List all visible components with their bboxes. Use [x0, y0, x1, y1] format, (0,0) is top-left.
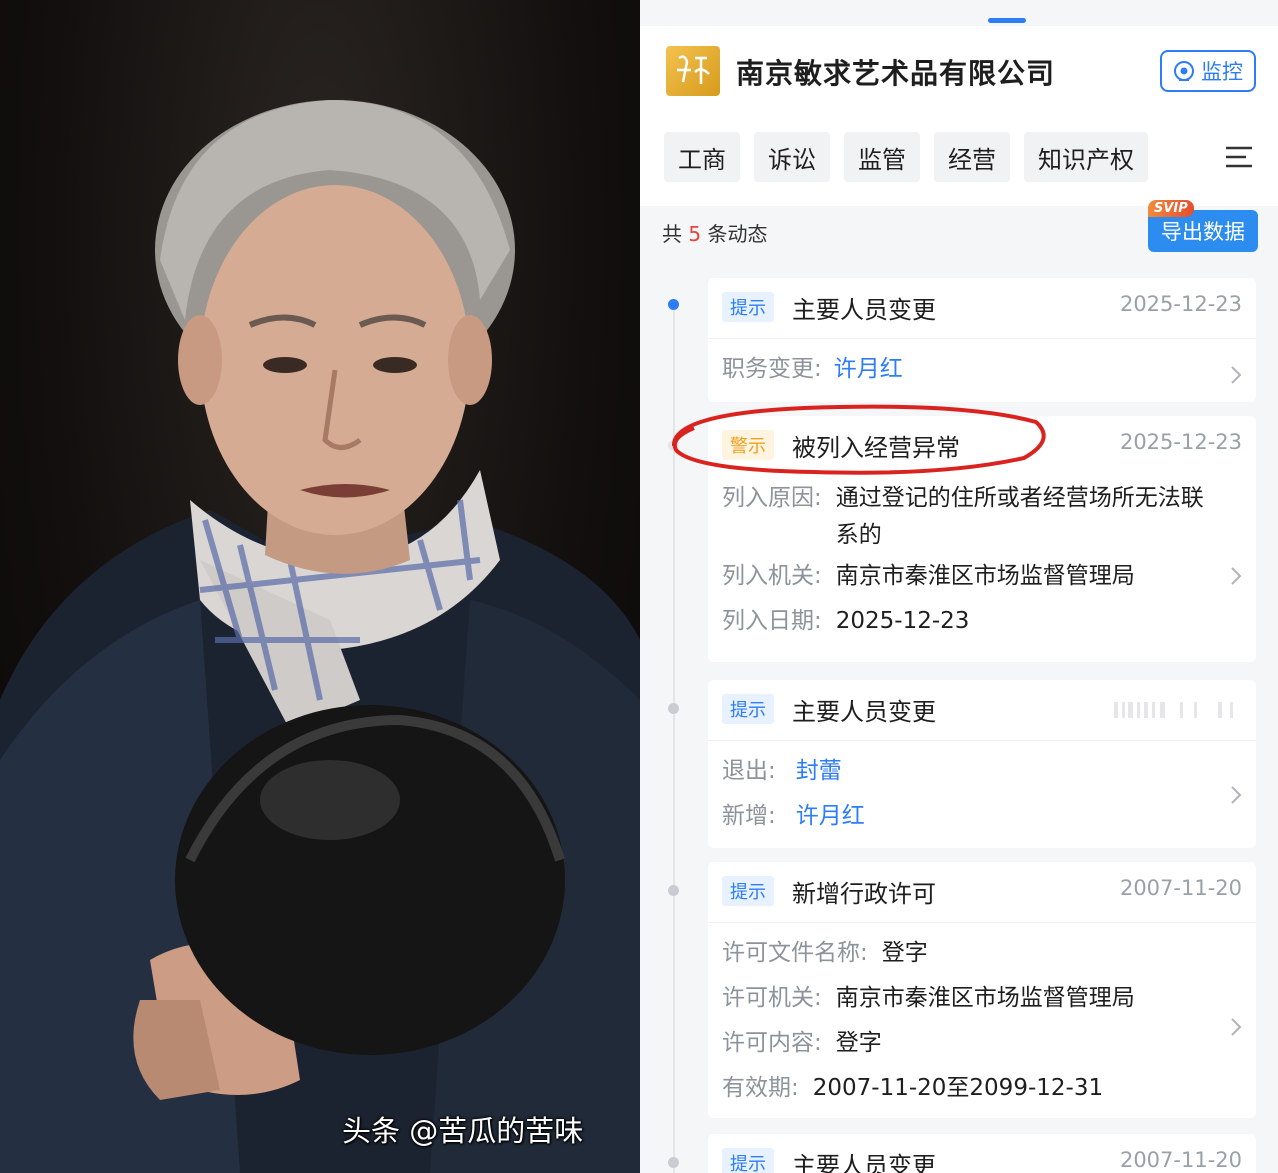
company-logo — [666, 46, 720, 96]
row-value: 南京市秦淮区市场监督管理局 — [835, 985, 1135, 1011]
card-header: 提示 新增行政许可 2007-11-20 — [708, 862, 1256, 923]
menu-icon[interactable] — [1224, 142, 1254, 172]
count-suffix: 条动态 — [707, 222, 768, 246]
row-value: 2025-12-23 — [835, 608, 970, 634]
card-row: 许可内容: 登字 — [722, 1021, 1242, 1066]
timeline-card[interactable]: 提示 主要人员变更 2007-11-20 — [708, 1134, 1256, 1173]
timeline-card[interactable]: 提示 新增行政许可 2007-11-20 许可文件名称: 登字 许可机关: 南京… — [708, 862, 1256, 1118]
row-key: 许可内容: — [722, 1030, 822, 1056]
person-link[interactable]: 许月红 — [796, 794, 865, 839]
row-key: 有效期: — [722, 1075, 799, 1101]
card-row: 列入原因: 通过登记的住所或者经营场所无法联系的 — [722, 476, 1242, 554]
row-key: 列入机关: — [722, 563, 822, 589]
card-row: 职务变更: 许月红 — [722, 347, 1242, 392]
info-tag: 提示 — [722, 876, 774, 906]
card-date: 2007-11-20 — [1119, 1148, 1242, 1172]
card-row: 许可文件名称: 登字 — [722, 931, 1242, 976]
row-value: 登字 — [835, 1030, 882, 1056]
row-key: 职务变更: — [722, 356, 822, 382]
tab-ip[interactable]: 知识产权 — [1024, 132, 1148, 182]
card-header: 提示 主要人员变更 2025-12-23 — [708, 278, 1256, 339]
row-key: 退出: — [722, 758, 776, 784]
info-tag: 提示 — [722, 1148, 774, 1173]
company-app-panel: 南京敏求艺术品有限公司 监控 工商 诉讼 监管 经营 知识产权 共 5 条动态 … — [640, 0, 1278, 1173]
category-tabs: 工商 诉讼 监管 经营 知识产权 — [664, 132, 1148, 182]
timeline-card[interactable]: 提示 主要人员变更 退出: 封蕾 新增: 许月红 — [708, 680, 1256, 848]
timeline-dot — [668, 1157, 679, 1168]
row-key: 新增: — [722, 803, 776, 829]
company-name: 南京敏求艺术品有限公司 — [736, 57, 1056, 90]
card-title: 主要人员变更 — [792, 698, 936, 726]
portrait-illustration — [0, 100, 640, 1173]
info-tag: 提示 — [722, 292, 774, 322]
card-header: 提示 主要人员变更 2007-11-20 — [708, 1134, 1256, 1173]
highlight-circle-annotation — [671, 404, 1046, 475]
card-title: 新增行政许可 — [792, 880, 936, 908]
card-row: 有效期: 2007-11-20至2099-12-31 — [722, 1066, 1242, 1111]
card-row: 许可机关: 南京市秦淮区市场监督管理局 — [722, 976, 1242, 1021]
row-key: 列入日期: — [722, 608, 822, 634]
svip-badge: SVIP — [1148, 200, 1194, 217]
tab-litigation[interactable]: 诉讼 — [754, 132, 830, 182]
timeline-dot — [668, 299, 679, 310]
card-row: 列入日期: 2025-12-23 — [722, 599, 1242, 644]
monitor-label: 监控 — [1201, 60, 1243, 84]
card-row: 新增: 许月红 — [722, 794, 1242, 839]
chevron-right-icon — [1231, 786, 1242, 804]
card-date: 2025-12-23 — [1119, 292, 1242, 316]
tab-regulation[interactable]: 监管 — [844, 132, 920, 182]
scroll-indicator — [988, 18, 1026, 23]
chevron-right-icon — [1231, 366, 1242, 384]
count-prefix: 共 — [662, 222, 682, 246]
blurred-date-marks — [1114, 702, 1233, 718]
row-value: 2007-11-20至2099-12-31 — [812, 1075, 1104, 1101]
row-value: 南京市秦淮区市场监督管理局 — [835, 563, 1135, 589]
card-title: 主要人员变更 — [792, 296, 936, 324]
count-number: 5 — [688, 222, 702, 246]
info-tag: 提示 — [722, 694, 774, 724]
card-row: 列入机关: 南京市秦淮区市场监督管理局 — [722, 554, 1242, 599]
timeline-card[interactable]: 提示 主要人员变更 2025-12-23 职务变更: 许月红 — [708, 278, 1256, 402]
card-body: 职务变更: 许月红 — [708, 339, 1256, 402]
monitor-button[interactable]: 监控 — [1160, 50, 1256, 92]
dynamic-count: 共 5 条动态 — [662, 218, 767, 247]
tab-business[interactable]: 工商 — [664, 132, 740, 182]
person-link[interactable]: 许月红 — [834, 347, 903, 392]
tab-operation[interactable]: 经营 — [934, 132, 1010, 182]
card-body: 许可文件名称: 登字 许可机关: 南京市秦淮区市场监督管理局 许可内容: 登字 … — [708, 923, 1256, 1121]
row-value: 通过登记的住所或者经营场所无法联系的 — [835, 485, 1204, 548]
portrait-photo — [0, 0, 640, 1173]
row-value: 登字 — [881, 940, 928, 966]
chevron-right-icon — [1231, 1018, 1242, 1036]
card-date: 2025-12-23 — [1119, 430, 1242, 454]
eye-target-icon — [1174, 61, 1194, 81]
row-key: 列入原因: — [722, 485, 822, 511]
card-header: 提示 主要人员变更 — [708, 680, 1256, 741]
watermark: 头条 @苦瓜的苦味 — [342, 1114, 584, 1148]
seal-logo-icon — [677, 55, 710, 84]
card-row: 退出: 封蕾 — [722, 749, 1242, 794]
card-body: 退出: 封蕾 新增: 许月红 — [708, 741, 1256, 849]
chevron-right-icon — [1231, 567, 1242, 585]
row-key: 许可机关: — [722, 985, 822, 1011]
row-key: 许可文件名称: — [722, 940, 868, 966]
card-body: 列入原因: 通过登记的住所或者经营场所无法联系的 列入机关: 南京市秦淮区市场监… — [708, 476, 1256, 654]
timeline-dot — [668, 703, 679, 714]
card-date: 2007-11-20 — [1119, 876, 1242, 900]
person-link[interactable]: 封蕾 — [796, 749, 842, 794]
card-title: 主要人员变更 — [792, 1152, 936, 1173]
company-header: 南京敏求艺术品有限公司 监控 工商 诉讼 监管 经营 知识产权 — [640, 26, 1278, 206]
timeline-dot — [668, 885, 679, 896]
